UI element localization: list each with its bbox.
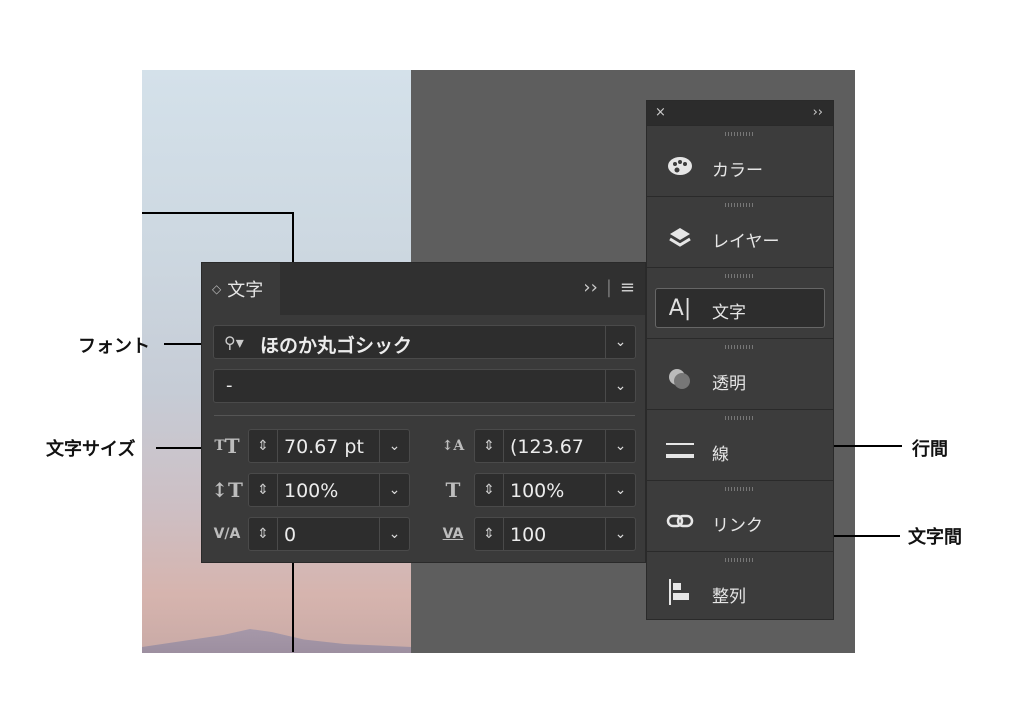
callout-line-top-v xyxy=(292,212,294,264)
dock-item-label: リンク xyxy=(712,516,763,536)
font-size-icon: TT xyxy=(214,434,240,458)
callout-font: フォント xyxy=(78,336,150,357)
dock-item-character[interactable]: A| 文字 xyxy=(647,267,833,338)
mountain-silhouette xyxy=(142,629,412,653)
palette-icon xyxy=(665,154,695,178)
close-icon[interactable]: × xyxy=(655,105,666,120)
character-panel: ◇ 文字 ›› | ≡ ⚲▾ ほのか丸ゴシック ⌄ - ⌄ TT ⇕ 70.67… xyxy=(201,262,646,563)
font-style-value: - xyxy=(226,375,233,396)
leading-icon: ↕A xyxy=(441,438,465,454)
chevron-down-icon[interactable]: ⌄ xyxy=(379,430,409,462)
grip-handle[interactable] xyxy=(725,274,755,278)
align-icon xyxy=(665,579,695,605)
font-size-stepper[interactable]: ⇕ xyxy=(248,429,278,463)
vertical-scale-stepper[interactable]: ⇕ xyxy=(248,473,278,507)
grip-handle[interactable] xyxy=(725,345,755,349)
stroke-icon xyxy=(665,438,695,462)
font-style-field[interactable]: - ⌄ xyxy=(213,369,636,403)
dock-item-label: 文字 xyxy=(712,303,746,323)
grip-handle[interactable] xyxy=(725,203,755,207)
panel-dock: × ›› カラー レイヤー A| 文字 透明 線 リンク 整列 xyxy=(646,100,834,620)
dock-item-align[interactable]: 整列 xyxy=(647,551,833,622)
vertical-scale-value: 100% xyxy=(284,480,339,502)
callout-leading: 行間 xyxy=(912,439,948,460)
tab-character[interactable]: ◇ 文字 xyxy=(202,263,280,315)
transparency-icon xyxy=(665,367,695,391)
kerning-stepper[interactable]: ⇕ xyxy=(248,517,278,551)
horizontal-scale-field[interactable]: 100% ⌄ xyxy=(504,473,636,507)
font-family-value: ほのか丸ゴシック xyxy=(260,335,413,357)
font-size-field[interactable]: 70.67 pt ⌄ xyxy=(278,429,410,463)
leading-value: (123.67 xyxy=(510,436,584,458)
chevron-down-icon[interactable]: ⌄ xyxy=(605,326,635,358)
tracking-stepper[interactable]: ⇕ xyxy=(474,517,504,551)
collapse-icon[interactable]: ›› xyxy=(813,105,823,120)
horizontal-scale-icon: T xyxy=(445,478,461,502)
dock-item-label: 線 xyxy=(712,445,729,465)
chevron-down-icon[interactable]: ⌄ xyxy=(379,474,409,506)
tab-character-label: 文字 xyxy=(227,280,264,301)
dock-item-label: 整列 xyxy=(712,587,746,607)
callout-tracking: 文字間 xyxy=(908,527,962,548)
dock-item-stroke[interactable]: 線 xyxy=(647,409,833,480)
dock-item-color[interactable]: カラー xyxy=(647,125,833,196)
grip-handle[interactable] xyxy=(725,132,755,136)
horizontal-scale-value: 100% xyxy=(510,480,565,502)
chevron-down-icon[interactable]: ⌄ xyxy=(379,518,409,550)
type-icon: A| xyxy=(668,295,692,321)
search-icon: ⚲▾ xyxy=(224,333,244,352)
grip-handle[interactable] xyxy=(725,558,755,562)
layers-icon xyxy=(665,225,695,249)
dock-item-layers[interactable]: レイヤー xyxy=(647,196,833,267)
tracking-field[interactable]: 100 ⌄ xyxy=(504,517,636,551)
leading-field[interactable]: (123.67 ⌄ xyxy=(504,429,636,463)
divider xyxy=(214,415,635,416)
dock-item-link[interactable]: リンク xyxy=(647,480,833,551)
chevron-down-icon[interactable]: ⌄ xyxy=(605,370,635,402)
dock-item-label: カラー xyxy=(712,161,763,181)
link-icon xyxy=(665,509,695,533)
chevron-down-icon[interactable]: ⌄ xyxy=(605,474,635,506)
panel-menu-icon[interactable]: ≡ xyxy=(620,277,635,298)
callout-line-top-h xyxy=(142,212,293,214)
leading-stepper[interactable]: ⇕ xyxy=(474,429,504,463)
grip-handle[interactable] xyxy=(725,487,755,491)
vertical-scale-field[interactable]: 100% ⌄ xyxy=(278,473,410,507)
horizontal-scale-stepper[interactable]: ⇕ xyxy=(474,473,504,507)
dock-item-transparency[interactable]: 透明 xyxy=(647,338,833,409)
panel-tab-bar: ◇ 文字 ›› | ≡ xyxy=(202,263,645,315)
font-size-value: 70.67 pt xyxy=(284,436,364,458)
tracking-value: 100 xyxy=(510,524,547,546)
chevron-down-icon[interactable]: ⌄ xyxy=(605,518,635,550)
dock-item-label: 透明 xyxy=(712,374,746,394)
expand-icon[interactable]: ›› xyxy=(583,277,597,298)
dock-item-label: レイヤー xyxy=(712,232,780,252)
grip-handle[interactable] xyxy=(725,416,755,420)
tracking-icon: VA xyxy=(442,526,464,542)
kerning-icon: V/A xyxy=(213,526,241,542)
font-family-field[interactable]: ⚲▾ ほのか丸ゴシック ⌄ xyxy=(213,325,636,359)
tab-updown-icon: ◇ xyxy=(212,282,222,296)
callout-font-size: 文字サイズ xyxy=(46,439,136,460)
separator: | xyxy=(605,277,612,298)
callout-line-bottom-v xyxy=(292,562,294,652)
vertical-scale-icon: ↕T xyxy=(211,478,243,502)
dock-header: × ›› xyxy=(647,101,833,125)
chevron-down-icon[interactable]: ⌄ xyxy=(605,430,635,462)
kerning-value: 0 xyxy=(284,524,297,546)
kerning-field[interactable]: 0 ⌄ xyxy=(278,517,410,551)
